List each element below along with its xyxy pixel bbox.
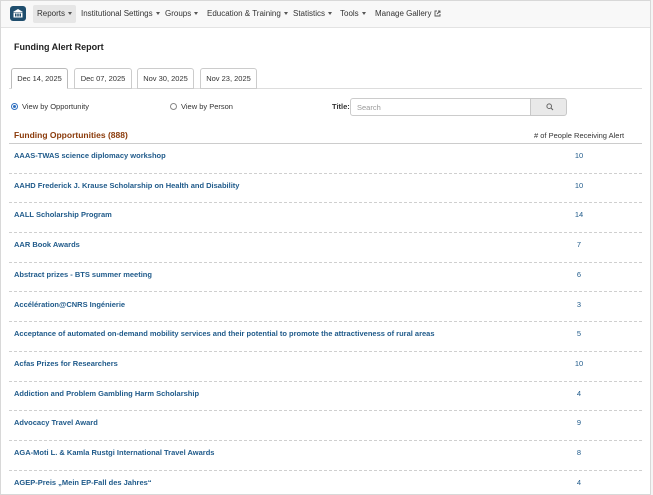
top-navbar: Reports Institutional Settings Groups Ed… xyxy=(1,1,650,28)
caret-down-icon xyxy=(194,12,199,15)
nav-institutional-settings[interactable]: Institutional Settings xyxy=(77,5,164,23)
list-item: AAHD Frederick J. Krause Scholarship on … xyxy=(9,174,642,204)
list-item: Accélération@CNRS Ingénierie 3 xyxy=(9,293,642,323)
tab-nov-30-2025[interactable]: Nov 30, 2025 xyxy=(137,68,194,89)
view-by-person-label[interactable]: View by Person xyxy=(181,102,233,111)
list-item: Acfas Prizes for Researchers 10 xyxy=(9,352,642,382)
list-item: AAR Book Awards 7 xyxy=(9,233,642,263)
view-by-opportunity-label[interactable]: View by Opportunity xyxy=(22,102,89,111)
alert-count-link[interactable]: 4 xyxy=(564,389,594,398)
nav-groups[interactable]: Groups xyxy=(161,5,202,23)
external-link-icon xyxy=(435,10,441,17)
nav-institutional-settings-label: Institutional Settings xyxy=(81,9,153,18)
nav-manage-gallery-label: Manage Gallery xyxy=(375,9,432,18)
nav-education-training-label: Education & Training xyxy=(207,9,281,18)
opportunity-link[interactable]: AAAS-TWAS science diplomacy workshop xyxy=(14,151,166,160)
nav-reports-label: Reports xyxy=(37,9,66,18)
alert-count-link[interactable]: 10 xyxy=(564,181,594,190)
search-icon xyxy=(546,103,554,111)
opportunity-link[interactable]: Accélération@CNRS Ingénierie xyxy=(14,300,125,309)
alert-count-link[interactable]: 8 xyxy=(564,448,594,457)
alert-count-link[interactable]: 3 xyxy=(564,300,594,309)
opportunity-link[interactable]: Acceptance of automated on-demand mobili… xyxy=(14,329,435,338)
list-item: Advocacy Travel Award 9 xyxy=(9,411,642,441)
caret-down-icon xyxy=(68,12,73,15)
caret-down-icon xyxy=(155,12,160,15)
nav-tools-label: Tools xyxy=(340,9,359,18)
nav-statistics[interactable]: Statistics xyxy=(289,5,336,23)
alert-count-link[interactable]: 7 xyxy=(564,240,594,249)
list-item: AGEP-Preis „Mein EP-Fall des Jahres“ 4 xyxy=(9,471,642,494)
alert-count-link[interactable]: 14 xyxy=(564,210,594,219)
alert-count-link[interactable]: 9 xyxy=(564,418,594,427)
list-item: Addiction and Problem Gambling Harm Scho… xyxy=(9,382,642,412)
caret-down-icon xyxy=(328,12,333,15)
list-item: Acceptance of automated on-demand mobili… xyxy=(9,322,642,352)
caret-down-icon xyxy=(361,12,366,15)
opportunity-link[interactable]: AALL Scholarship Program xyxy=(14,210,112,219)
alert-count-link[interactable]: 5 xyxy=(564,329,594,338)
view-by-person-radio[interactable] xyxy=(170,103,177,110)
nav-education-training[interactable]: Education & Training xyxy=(203,5,292,23)
nav-groups-label: Groups xyxy=(165,9,192,18)
alert-count-link[interactable]: 6 xyxy=(564,270,594,279)
opportunity-link[interactable]: Acfas Prizes for Researchers xyxy=(14,359,118,368)
funding-opportunities-title: Funding Opportunities (888) xyxy=(14,130,128,140)
nav-reports[interactable]: Reports xyxy=(33,5,77,23)
title-search-input[interactable] xyxy=(350,98,531,116)
nav-statistics-label: Statistics xyxy=(293,9,326,18)
opportunity-link[interactable]: AAR Book Awards xyxy=(14,240,80,249)
list-item: Abstract prizes - BTS summer meeting 6 xyxy=(9,263,642,293)
building-icon[interactable] xyxy=(10,6,26,21)
view-by-opportunity-radio[interactable] xyxy=(11,103,18,110)
title-search-label: Title: xyxy=(332,102,350,111)
opportunity-link[interactable]: Addiction and Problem Gambling Harm Scho… xyxy=(14,389,199,398)
alert-count-link[interactable]: 4 xyxy=(564,478,594,487)
list-item: AGA-Moti L. & Kamla Rustgi International… xyxy=(9,441,642,471)
opportunity-link[interactable]: AGEP-Preis „Mein EP-Fall des Jahres“ xyxy=(14,478,152,487)
opportunity-link[interactable]: Abstract prizes - BTS summer meeting xyxy=(14,270,152,279)
alert-count-link[interactable]: 10 xyxy=(564,151,594,160)
search-button[interactable] xyxy=(530,98,567,116)
opportunity-link[interactable]: Advocacy Travel Award xyxy=(14,418,98,427)
page-title: Funding Alert Report xyxy=(14,42,104,52)
people-count-header: # of People Receiving Alert xyxy=(534,131,625,140)
nav-tools[interactable]: Tools xyxy=(336,5,370,23)
opportunity-link[interactable]: AAHD Frederick J. Krause Scholarship on … xyxy=(14,181,239,190)
list-item: AALL Scholarship Program 14 xyxy=(9,203,642,234)
caret-down-icon xyxy=(283,12,288,15)
app-frame: Reports Institutional Settings Groups Ed… xyxy=(0,0,651,495)
alert-count-link[interactable]: 10 xyxy=(564,359,594,368)
opportunity-link[interactable]: AGA-Moti L. & Kamla Rustgi International… xyxy=(14,448,214,457)
tab-nov-23-2025[interactable]: Nov 23, 2025 xyxy=(200,68,257,89)
tab-dec-07-2025[interactable]: Dec 07, 2025 xyxy=(74,68,132,89)
tab-dec-14-2025[interactable]: Dec 14, 2025 xyxy=(11,68,68,89)
nav-manage-gallery[interactable]: Manage Gallery xyxy=(371,5,445,23)
list-item: AAAS-TWAS science diplomacy workshop 10 xyxy=(9,144,642,174)
